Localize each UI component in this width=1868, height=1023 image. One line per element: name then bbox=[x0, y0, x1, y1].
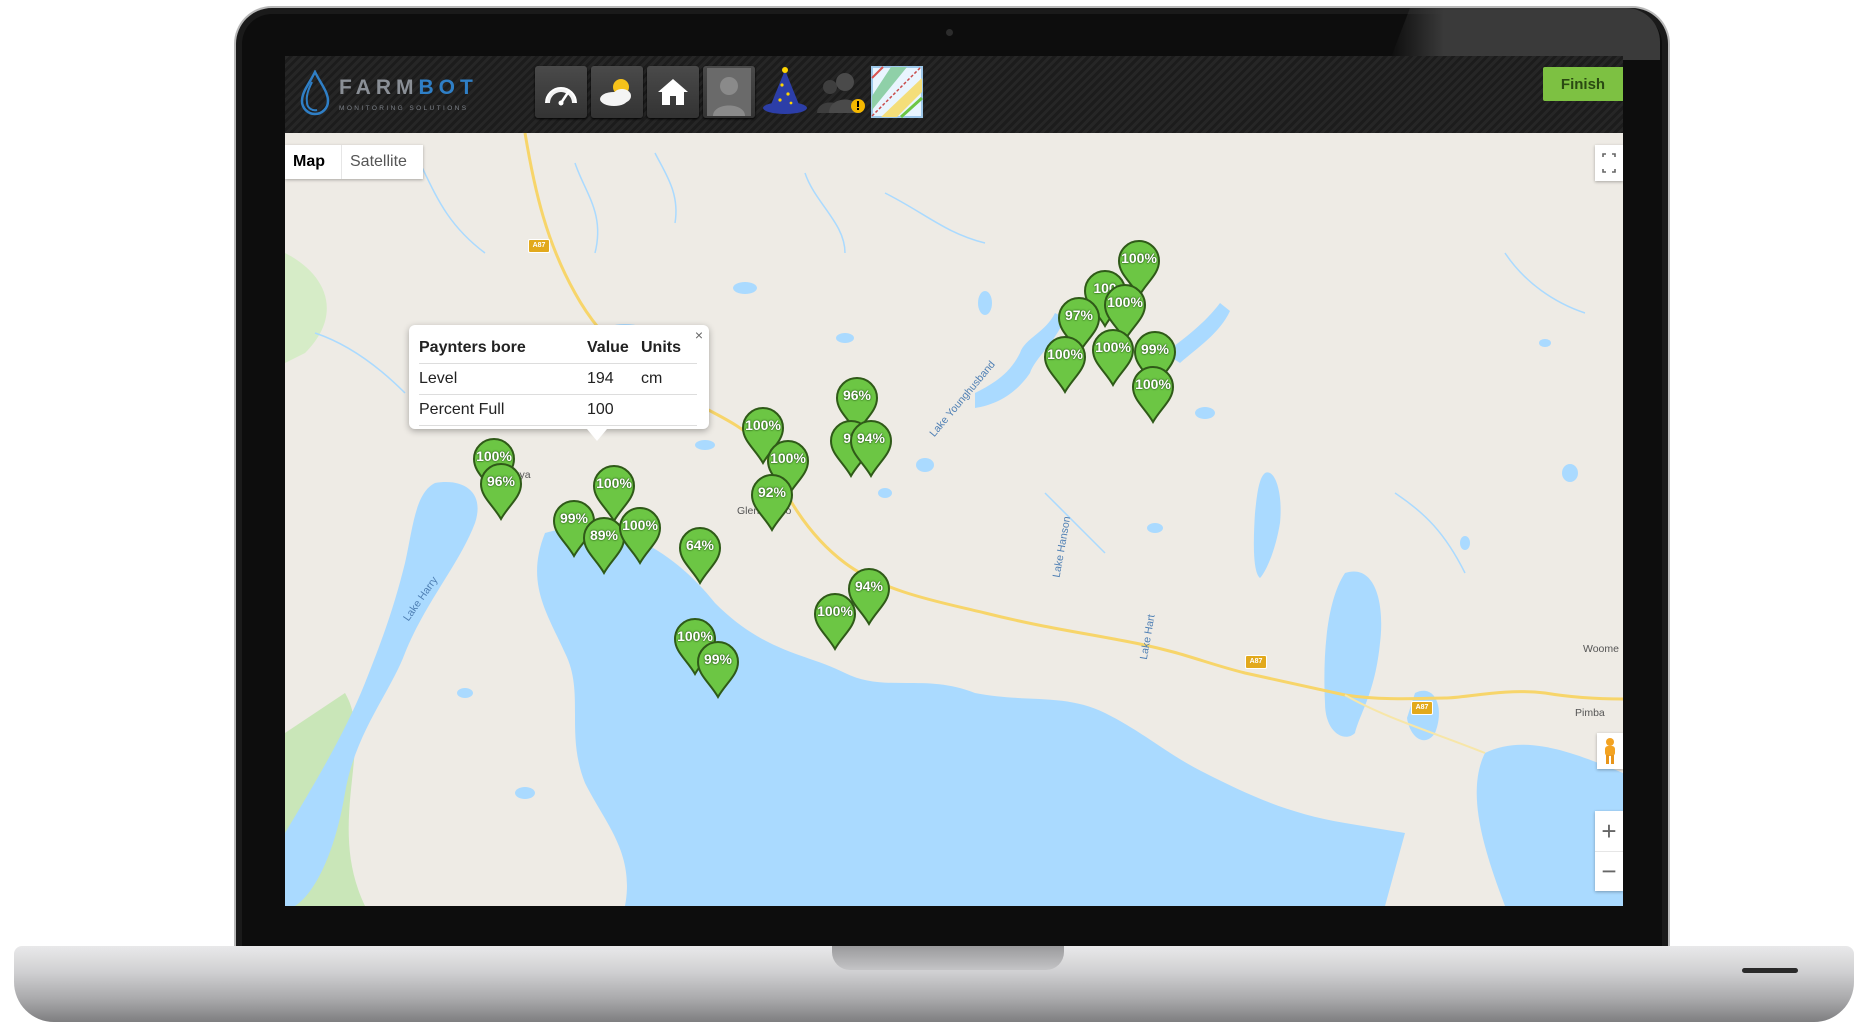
dashboard-gauge-icon[interactable] bbox=[535, 66, 587, 118]
fullscreen-icon bbox=[1602, 153, 1616, 173]
marker-label: 96% bbox=[842, 387, 872, 403]
zoom-control: + − bbox=[1595, 811, 1623, 891]
pegman-icon bbox=[1605, 738, 1615, 764]
logo-text: FARMBOT bbox=[339, 76, 478, 100]
row-value: 100 bbox=[587, 394, 641, 426]
bore-marker[interactable]: 100% bbox=[1091, 329, 1135, 387]
marker-label: 94% bbox=[854, 578, 884, 594]
bore-name-header: Paynters bore bbox=[419, 339, 587, 364]
bore-marker[interactable]: 100% bbox=[1131, 366, 1175, 424]
marker-label: 100% bbox=[596, 475, 632, 491]
bore-marker[interactable]: 94% bbox=[849, 420, 893, 478]
marker-label: 100% bbox=[476, 448, 512, 464]
laptop-screen: FARMBOT MONITORING SOLUTIONS Finish A87 … bbox=[285, 56, 1623, 906]
marker-label: 100% bbox=[817, 603, 853, 619]
marker-label: 100% bbox=[622, 517, 658, 533]
bore-info-window: × Paynters bore Value Units Level 194 cm… bbox=[409, 325, 709, 441]
user-profile-icon[interactable] bbox=[703, 66, 755, 118]
lid-reflection bbox=[1390, 8, 1660, 60]
row-name: Percent Full bbox=[419, 394, 587, 426]
water-drop-icon bbox=[300, 70, 330, 116]
bore-marker[interactable]: 100% bbox=[618, 507, 662, 565]
farmbot-logo[interactable]: FARMBOT MONITORING SOLUTIONS bbox=[299, 70, 489, 118]
table-row: Level 194 cm bbox=[419, 363, 697, 395]
marker-label: 97% bbox=[1064, 307, 1094, 323]
table-header-row: Paynters bore Value Units bbox=[419, 339, 697, 364]
bore-marker[interactable]: 64% bbox=[678, 527, 722, 585]
marker-label: 92% bbox=[757, 484, 787, 500]
marker-label: 94% bbox=[856, 430, 886, 446]
road-shield-a87: A87 bbox=[1411, 701, 1433, 715]
logo-text-accent: BOT bbox=[418, 76, 478, 99]
weather-icon[interactable] bbox=[591, 66, 643, 118]
marker-label: 100% bbox=[1095, 339, 1131, 355]
map-canvas[interactable]: A87 A87 A87 Kingoonya Glendambo Woome Pi… bbox=[285, 133, 1623, 906]
laptop-slot bbox=[1742, 968, 1798, 973]
marker-label: 99% bbox=[1140, 341, 1170, 357]
place-label-woomera: Woome bbox=[1583, 643, 1619, 655]
zoom-out-button[interactable]: − bbox=[1595, 851, 1623, 891]
webcam-icon bbox=[946, 29, 953, 36]
marker-label: 100% bbox=[1121, 250, 1157, 266]
row-value: 194 bbox=[587, 363, 641, 395]
street-view-pegman-button[interactable] bbox=[1597, 733, 1623, 769]
app-toolbar: FARMBOT MONITORING SOLUTIONS Finish bbox=[285, 56, 1623, 133]
marker-label: 96% bbox=[486, 473, 516, 489]
marker-label: 100% bbox=[745, 417, 781, 433]
zoom-in-button[interactable]: + bbox=[1595, 811, 1623, 851]
road-shield-a87: A87 bbox=[1245, 655, 1267, 669]
row-units: cm bbox=[641, 363, 697, 395]
user-alert-icon[interactable] bbox=[815, 66, 867, 118]
marker-label: 100% bbox=[1107, 294, 1143, 310]
map-icon[interactable] bbox=[871, 66, 923, 118]
map-type-map-button[interactable]: Map bbox=[285, 145, 342, 179]
marker-label: 100% bbox=[1047, 346, 1083, 362]
bore-marker[interactable]: 92% bbox=[750, 474, 794, 532]
units-header: Units bbox=[641, 339, 697, 364]
marker-label: 64% bbox=[685, 537, 715, 553]
marker-label: 100% bbox=[770, 450, 806, 466]
table-row: Percent Full 100 bbox=[419, 394, 697, 426]
bore-marker[interactable]: 100% bbox=[1043, 336, 1087, 394]
value-header: Value bbox=[587, 339, 641, 364]
logo-text-primary: FARM bbox=[339, 76, 419, 99]
marker-label: 100% bbox=[1135, 376, 1171, 392]
home-icon[interactable] bbox=[647, 66, 699, 118]
road-shield-a87: A87 bbox=[528, 239, 550, 253]
map-type-control: Map Satellite bbox=[285, 145, 423, 179]
marker-label: 99% bbox=[703, 651, 733, 667]
bore-marker[interactable]: 99% bbox=[696, 641, 740, 699]
place-label-pimba: Pimba bbox=[1575, 707, 1605, 719]
bore-info-table: Paynters bore Value Units Level 194 cm P… bbox=[419, 339, 697, 426]
row-units bbox=[641, 394, 697, 426]
bore-marker[interactable]: 100% bbox=[813, 593, 857, 651]
fullscreen-button[interactable] bbox=[1595, 145, 1623, 181]
logo-tagline: MONITORING SOLUTIONS bbox=[339, 105, 469, 112]
row-name: Level bbox=[419, 363, 587, 395]
bore-marker[interactable]: 96% bbox=[479, 463, 523, 521]
finish-button[interactable]: Finish bbox=[1543, 67, 1623, 101]
wizard-hat-icon[interactable] bbox=[759, 66, 811, 118]
laptop-opening-notch bbox=[832, 946, 1064, 970]
map-type-satellite-button[interactable]: Satellite bbox=[342, 145, 423, 179]
